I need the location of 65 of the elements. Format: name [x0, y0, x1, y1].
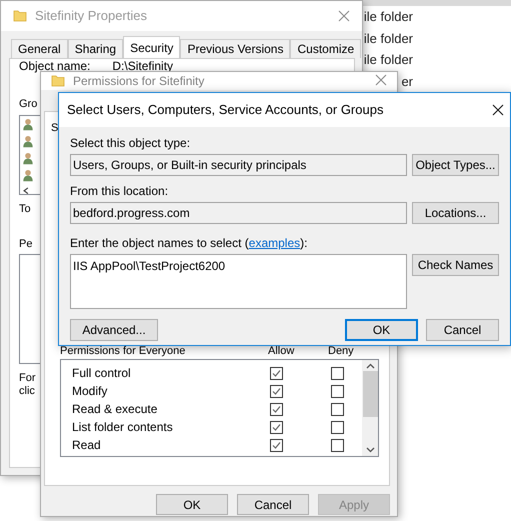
checkbox[interactable] [331, 402, 344, 416]
field-label: Select this object type: [70, 136, 192, 150]
check-names-button[interactable]: Check Names [412, 254, 499, 276]
checkbox[interactable] [270, 420, 283, 434]
tab[interactable]: Customize [290, 39, 362, 58]
field-label: Enter the object names to select (examples): [70, 236, 308, 250]
checkbox[interactable] [270, 384, 283, 398]
object-name-value: D:\Sitefinity [112, 58, 174, 75]
partial-label: S [51, 121, 60, 136]
partial-label: For [19, 372, 36, 385]
partial-label: Pe [19, 237, 32, 251]
scroll-left-icon[interactable] [22, 186, 30, 194]
object-types-button[interactable]: Object Types... [412, 154, 499, 176]
scroll-up-icon[interactable] [366, 363, 374, 369]
object-type-field: Users, Groups, or Built-in security principals [70, 154, 407, 176]
scroll-thumb[interactable] [362, 371, 378, 417]
user-icon [22, 152, 34, 166]
checkbox[interactable] [270, 402, 283, 416]
checkbox[interactable] [331, 420, 344, 434]
permission-name: Full control [72, 365, 132, 382]
file-type-text: ile folder [364, 30, 413, 48]
examples-link[interactable]: examples [248, 236, 300, 250]
file-type-text: er [401, 72, 413, 90]
partial-label: clic [19, 385, 36, 398]
column-header: Deny [328, 344, 354, 359]
permission-name: Read [72, 437, 102, 454]
dialog-button[interactable]: OK [156, 494, 228, 515]
partial-label: To [19, 202, 31, 216]
tab[interactable]: General [11, 39, 68, 58]
object-name-label: Object name: [19, 58, 90, 75]
cancel-button[interactable]: Cancel [426, 319, 499, 341]
user-icon [22, 135, 34, 148]
checkbox[interactable] [331, 438, 344, 452]
tab[interactable]: Security [123, 36, 180, 58]
ok-button[interactable]: OK [345, 319, 418, 341]
user-icon [22, 118, 34, 132]
file-type-text: ile folder [364, 8, 413, 26]
checkbox[interactable] [270, 438, 283, 452]
advanced-button[interactable]: Advanced... [70, 319, 158, 341]
user-icon [22, 169, 34, 182]
checkbox[interactable] [331, 384, 344, 398]
tab[interactable]: Sharing [68, 39, 124, 58]
file-type-text: ile folder [364, 51, 413, 69]
folder-icon [13, 9, 27, 23]
window-title: Permissions for Sitefinity [73, 74, 204, 88]
object-names-input[interactable]: IIS AppPool\TestProject6200 [70, 254, 407, 309]
location-field: bedford.progress.com [70, 202, 407, 224]
permission-name: Read & execute [72, 401, 158, 418]
checkbox[interactable] [331, 366, 344, 380]
tab[interactable]: Previous Versions [180, 39, 290, 58]
permission-name: Modify [72, 383, 108, 400]
permission-name: List folder contents [72, 419, 174, 436]
column-header: Allow [268, 344, 296, 359]
folder-icon [51, 74, 65, 88]
dialog-title: Select Users, Computers, Service Accounts, or Groups [67, 101, 384, 120]
dialog-button[interactable]: Cancel [237, 494, 309, 515]
column-header: Permissions for Everyone [60, 344, 186, 359]
scrollbar[interactable] [362, 360, 378, 456]
checkbox[interactable] [270, 366, 283, 380]
window-title: Sitefinity Properties [35, 7, 147, 26]
close-icon[interactable] [492, 104, 504, 116]
scroll-down-icon[interactable] [366, 447, 374, 453]
field-label: From this location: [70, 184, 170, 198]
group-label: Gro [19, 97, 38, 111]
locations-button[interactable]: Locations... [412, 202, 499, 224]
